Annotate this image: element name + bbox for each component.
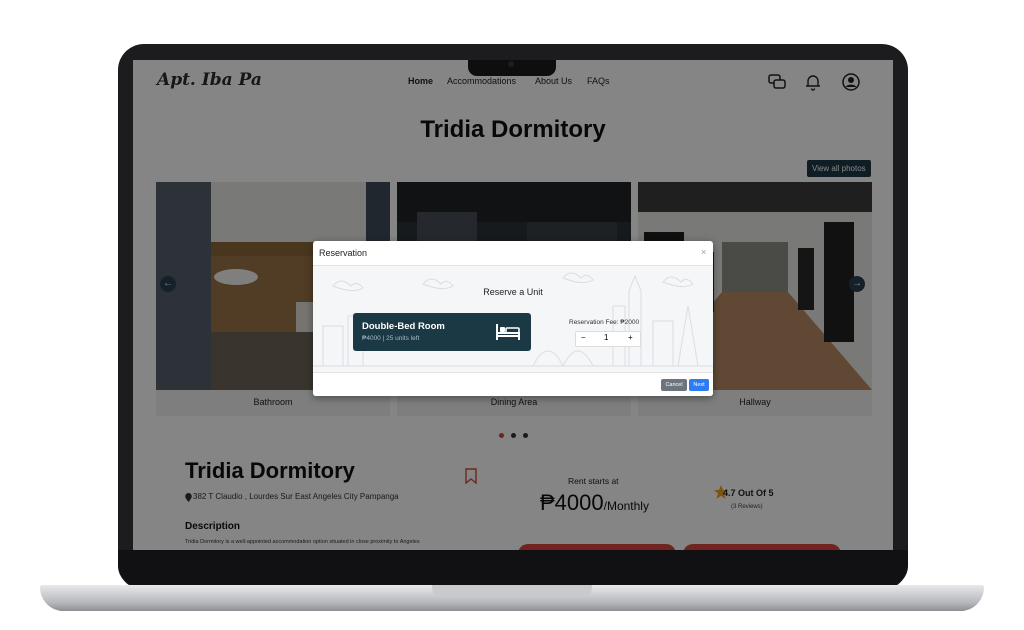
decrement-button[interactable]: − bbox=[581, 333, 586, 342]
modal-footer: Cancel Next bbox=[313, 372, 713, 396]
increment-button[interactable]: + bbox=[628, 333, 633, 342]
bed-icon bbox=[496, 324, 520, 340]
modal-close-button[interactable]: × bbox=[701, 247, 706, 257]
modal-subtitle: Reserve a Unit bbox=[483, 287, 543, 297]
modal-title: Reservation bbox=[319, 248, 368, 258]
cancel-button[interactable]: Cancel bbox=[661, 379, 687, 391]
unit-card-double-bed[interactable]: Double-Bed Room ₱4000 | 25 units left bbox=[353, 313, 531, 351]
unit-info: ₱4000 | 25 units left bbox=[362, 335, 420, 342]
quantity-value[interactable]: 1 bbox=[604, 333, 608, 342]
modal-header: Reservation × bbox=[313, 241, 713, 266]
unit-name: Double-Bed Room bbox=[362, 321, 445, 332]
quantity-stepper: − 1 + bbox=[575, 331, 641, 347]
next-button[interactable]: Next bbox=[689, 379, 709, 391]
laptop-groove bbox=[432, 585, 592, 597]
laptop-chin bbox=[118, 550, 908, 586]
screen: Apt. Iba Pa Home Accommodations About Us… bbox=[133, 60, 893, 550]
reservation-modal: Reservation × Reserve a Unit Double-Bed … bbox=[313, 241, 713, 396]
reservation-fee: Reservation Fee: ₱2000 bbox=[569, 319, 640, 326]
